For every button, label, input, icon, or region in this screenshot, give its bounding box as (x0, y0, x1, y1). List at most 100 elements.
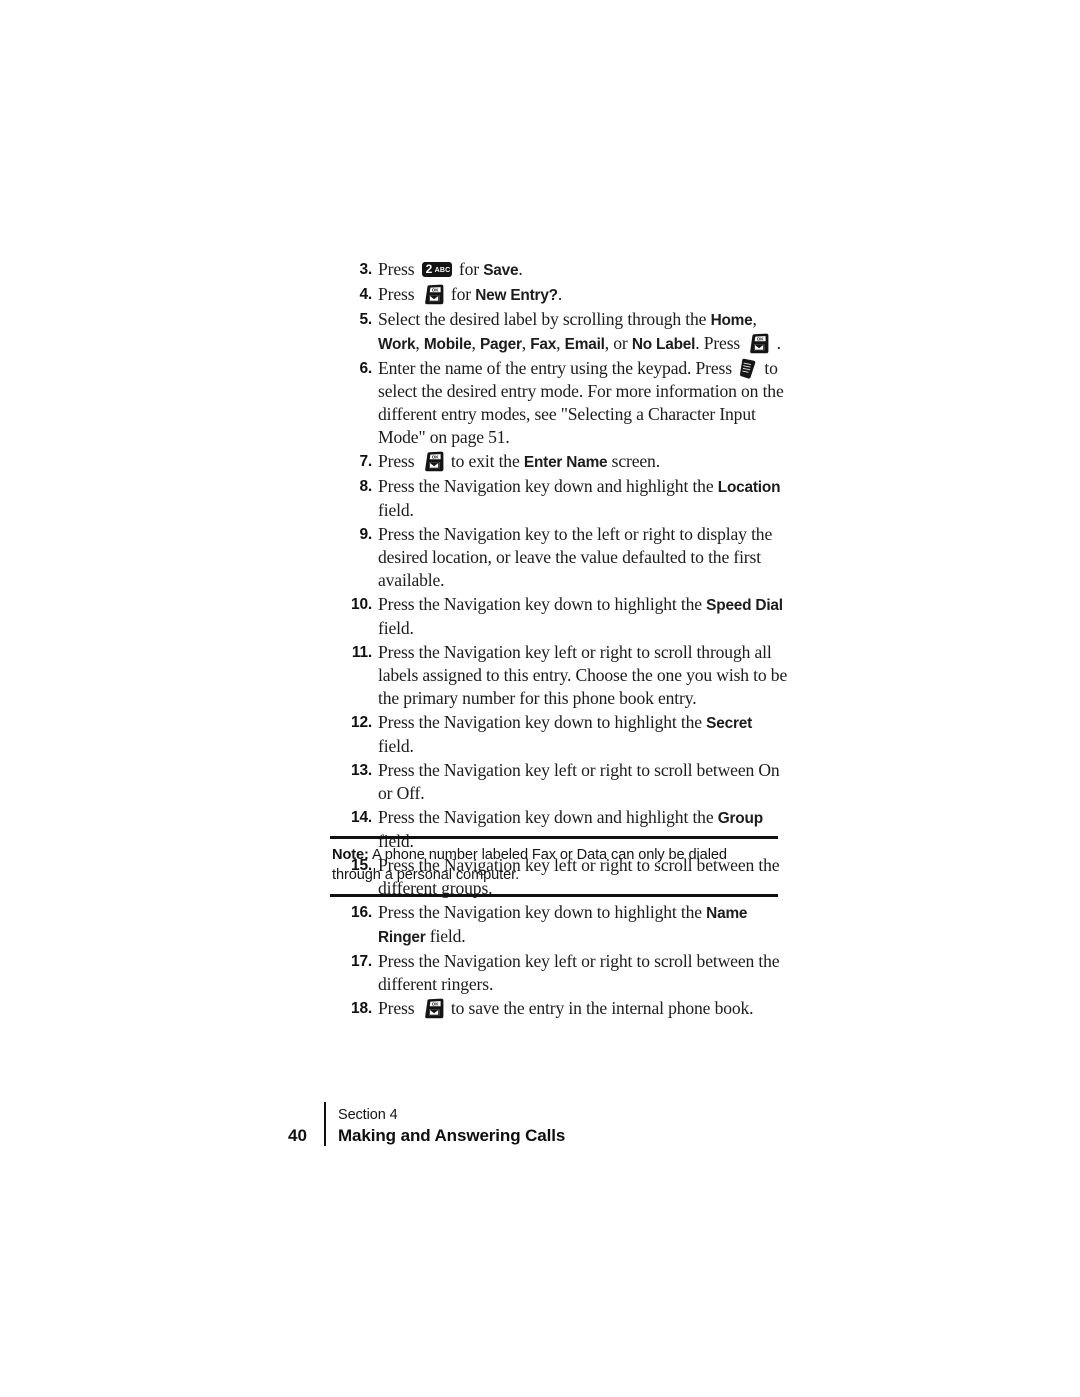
step-text-run: . Press (695, 333, 745, 353)
procedure-step: 10. Press the Navigation key down to high… (330, 593, 790, 640)
step-number: 10. (351, 596, 372, 613)
step-number: 6. (359, 360, 372, 377)
step-text: Press OK to exit the Enter Name screen. (378, 450, 790, 474)
step-text-run: Press the Navigation key down to highlig… (378, 594, 707, 614)
step-emphasis: Fax (530, 336, 557, 353)
step-text-run: to exit the (446, 451, 524, 471)
step-emphasis: Group (717, 810, 763, 827)
step-text-run: , (415, 333, 424, 353)
step-number: 16. (351, 904, 372, 921)
step-text-run: Press the Navigation key left or right t… (378, 951, 780, 994)
svg-text:OK: OK (431, 455, 438, 460)
procedure-step: 11. Press the Navigation key left or righ… (330, 641, 790, 710)
key2-letters: ABC (434, 267, 451, 274)
note-bottom-rule (330, 894, 778, 897)
step-text-run: to save the entry in the internal phone … (446, 998, 754, 1018)
step-text-run: Press the Navigation key down to highlig… (378, 902, 707, 922)
procedure-step: 4. Press OK for New Entry?. (330, 283, 790, 307)
procedure-step: 7. Press OK to exit the Enter Name screen… (330, 450, 790, 474)
svg-text:OK: OK (431, 1002, 438, 1007)
step-number: 12. (351, 714, 372, 731)
note-label: Note: (332, 847, 369, 863)
step-number: 7. (359, 453, 372, 470)
step-number: 18. (351, 1000, 372, 1017)
step-number: 3. (359, 261, 372, 278)
step-text-run: . (518, 259, 523, 279)
step-number: 8. (359, 478, 372, 495)
step-text: Select the desired label by scrolling th… (378, 308, 790, 356)
step-emphasis: Email (564, 336, 605, 353)
step-text: Press the Navigation key left or right t… (378, 950, 790, 996)
ok-key-icon: OK (747, 333, 769, 354)
manual-page: 3. Press 2 ABC for Save. 4. Press OK for New… (0, 0, 1080, 1397)
step-number: 11. (351, 644, 372, 661)
step-text: Press the Navigation key down to highlig… (378, 901, 790, 949)
step-number: 13. (351, 762, 372, 779)
step-text-run: , or (604, 333, 632, 353)
step-text-run: for (454, 259, 484, 279)
step-text-run: Press (378, 451, 419, 471)
step-number: 17. (351, 953, 372, 970)
step-text-run: . (557, 284, 563, 304)
procedure-step-list: 3. Press 2 ABC for Save. 4. Press OK for New… (330, 258, 790, 1021)
step-text-run: Press (378, 998, 419, 1018)
step-text-run: Press (378, 259, 419, 279)
footer-labels: Section 4 Making and Answering Calls (326, 1105, 565, 1148)
ok-key-icon: OK (422, 998, 444, 1019)
procedure-step: 12. Press the Navigation key down to high… (330, 711, 790, 758)
step-emphasis: Mobile (423, 336, 472, 353)
step-text-run: Press the Navigation key down and highli… (378, 807, 718, 827)
step-text-run: , (521, 333, 531, 353)
step-text-run: field. (378, 736, 414, 756)
procedure-step: 18. Press OK to save the entry in the int… (330, 997, 790, 1020)
step-emphasis: No Label (631, 336, 696, 353)
svg-text:OK: OK (757, 337, 764, 342)
footer-page-number: 40 (288, 1126, 307, 1145)
step-number: 5. (359, 311, 372, 328)
step-text-run: , (556, 333, 565, 353)
step-text-run: screen. (607, 451, 660, 471)
step-text: Press the Navigation key to the left or … (378, 523, 790, 592)
key2-number: 2 (425, 262, 433, 276)
procedure-step: 8. Press the Navigation key down and high… (330, 475, 790, 522)
step-text-run: Press the Navigation key left or right t… (378, 760, 780, 803)
ok-key-icon: OK (422, 451, 444, 472)
step-text: Press 2 ABC for Save. (378, 258, 790, 282)
step-text-run: field. (378, 618, 414, 638)
step-text: Press the Navigation key down and highli… (378, 475, 790, 522)
step-text-run: Press (378, 284, 419, 304)
step-text: Press OK for New Entry?. (378, 283, 790, 307)
step-emphasis: Enter Name (523, 454, 608, 471)
key2-icon: 2 ABC (421, 262, 452, 277)
procedure-step: 9. Press the Navigation key to the left o… (330, 523, 790, 592)
step-text: Enter the name of the entry using the ke… (378, 357, 790, 449)
step-text-run: Press the Navigation key down and highli… (378, 476, 718, 496)
step-emphasis: Save (483, 262, 519, 279)
note-body: A phone number labeled Fax or Data can o… (332, 847, 727, 883)
step-text: Press the Navigation key down to highlig… (378, 593, 790, 640)
procedure-step: 17. Press the Navigation key left or righ… (330, 950, 790, 996)
step-text-run: field. (378, 500, 414, 520)
procedure-step: 6. Enter the name of the entry using the … (330, 357, 790, 449)
procedure-step: 5. Select the desired label by scrolling … (330, 308, 790, 356)
step-text-run: Press the Navigation key to the left or … (378, 524, 773, 590)
step-text-run: Select the desired label by scrolling th… (378, 309, 711, 329)
procedure-step: 16. Press the Navigation key down to high… (330, 901, 790, 949)
procedure-step: 3. Press 2 ABC for Save. (330, 258, 790, 282)
step-text-run: Enter the name of the entry using the ke… (378, 358, 737, 378)
procedure-step: 13. Press the Navigation key left or righ… (330, 759, 790, 805)
step-emphasis: Work (378, 336, 416, 353)
note-callout: Note: A phone number labeled Fax or Data… (330, 836, 778, 897)
step-number: 14. (351, 809, 372, 826)
step-emphasis: Secret (706, 715, 753, 732)
footer-section-label: Section 4 (338, 1107, 398, 1123)
step-emphasis: New Entry? (475, 287, 558, 304)
note-text: Note: A phone number labeled Fax or Data… (330, 839, 778, 885)
ok-key-icon: OK (422, 284, 444, 305)
step-text-run: . (772, 333, 781, 353)
footer-chapter-title: Making and Answering Calls (338, 1126, 566, 1145)
step-text: Press OK to save the entry in the intern… (378, 997, 790, 1020)
step-emphasis: Location (717, 479, 781, 496)
step-emphasis: Home (710, 312, 753, 329)
page-footer: 40 Section 4 Making and Answering Calls (288, 1100, 565, 1148)
